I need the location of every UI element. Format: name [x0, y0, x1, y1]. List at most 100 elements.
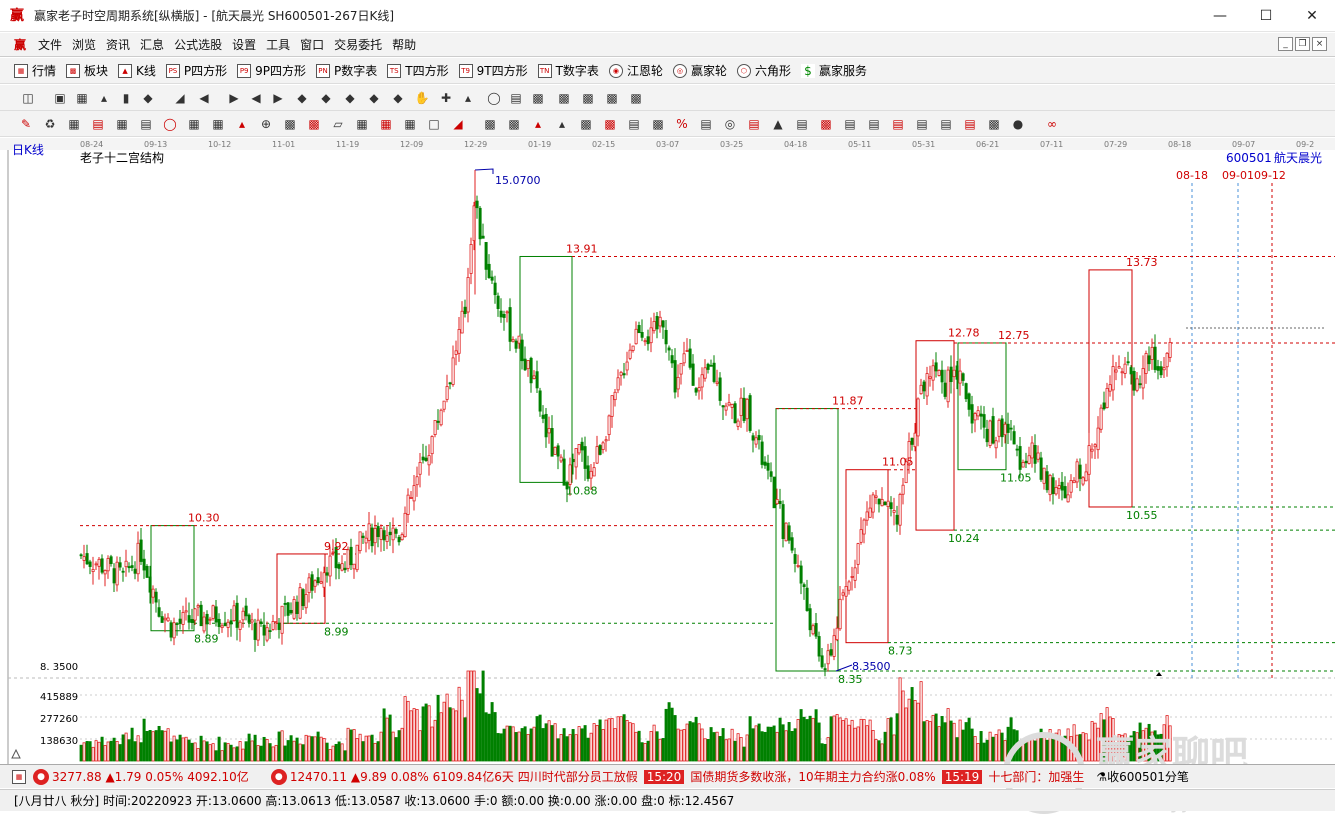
nav-tool-icon[interactable]: ▶: [270, 90, 286, 106]
nav-tool-icon[interactable]: ◆: [342, 90, 358, 106]
menu-file[interactable]: 文件: [38, 36, 62, 53]
drawing-tool-icon[interactable]: ▤: [914, 116, 930, 132]
toolbar-p-table-button[interactable]: PN P数字表: [316, 62, 377, 79]
ticker-label[interactable]: 收600501分笔: [1107, 768, 1189, 785]
drawing-tool-icon[interactable]: ▦: [186, 116, 202, 132]
drawing-tool-icon[interactable]: ▤: [746, 116, 762, 132]
drawing-tool-icon[interactable]: ▤: [138, 116, 154, 132]
nav-tool-icon[interactable]: ✋: [414, 90, 430, 106]
nav-tool-icon[interactable]: ▶: [226, 90, 242, 106]
nav-tool-icon[interactable]: ◆: [390, 90, 406, 106]
menu-trade[interactable]: 交易委托: [334, 36, 382, 53]
nav-tool-icon[interactable]: ▩: [556, 90, 572, 106]
minimize-button[interactable]: —: [1197, 0, 1243, 32]
toolbar-t-square-button[interactable]: TS T四方形: [387, 62, 449, 79]
news-headline-2[interactable]: 国债期货多数收涨，10年期主力合约涨0.08%: [690, 768, 935, 785]
drawing-tool-icon[interactable]: ▤: [962, 116, 978, 132]
nav-tool-icon[interactable]: ◫: [20, 90, 36, 106]
drawing-tool-icon[interactable]: ▦: [354, 116, 370, 132]
nav-tool-icon[interactable]: ◀: [248, 90, 264, 106]
toolbar-p-square-button[interactable]: PS P四方形: [165, 62, 227, 79]
drawing-tool-icon[interactable]: %: [674, 116, 690, 132]
news-headline-1[interactable]: 6天 四川时代部分员工放假: [494, 768, 637, 785]
toolbar-gann-wheel-button[interactable]: ◉ 江恩轮: [608, 62, 663, 79]
nav-tool-icon[interactable]: ▩: [604, 90, 620, 106]
drawing-tool-icon[interactable]: ▤: [890, 116, 906, 132]
maximize-button[interactable]: ☐: [1243, 0, 1289, 32]
toolbar-9t-square-button[interactable]: T9 9T四方形: [458, 62, 528, 79]
drawing-tool-icon[interactable]: ▦: [378, 116, 394, 132]
drawing-tool-icon[interactable]: ▤: [90, 116, 106, 132]
drawing-tool-icon[interactable]: ▩: [986, 116, 1002, 132]
drawing-tool-icon[interactable]: ♻: [42, 116, 58, 132]
toolbar-service-button[interactable]: $ 赢家服务: [800, 62, 867, 79]
drawing-tool-icon[interactable]: ▩: [306, 116, 322, 132]
news-headline-3[interactable]: 十七部门：加强生: [988, 768, 1084, 785]
menu-tools[interactable]: 工具: [266, 36, 290, 53]
drawing-tool-icon[interactable]: ∞: [1044, 116, 1060, 132]
menu-huixi[interactable]: 汇息: [140, 36, 164, 53]
toolbar-9p-square-button[interactable]: P9 9P四方形: [237, 62, 306, 79]
drawing-tool-icon[interactable]: ⊕: [258, 116, 274, 132]
drawing-tool-icon[interactable]: ◎: [722, 116, 738, 132]
drawing-tool-icon[interactable]: ▩: [482, 116, 498, 132]
menu-browse[interactable]: 浏览: [72, 36, 96, 53]
drawing-tool-icon[interactable]: ▦: [210, 116, 226, 132]
nav-tool-icon[interactable]: ▩: [530, 90, 546, 106]
toolbar-quotes-button[interactable]: ▦ 行情: [14, 62, 56, 79]
nav-tool-icon[interactable]: ▴: [460, 90, 476, 106]
drawing-tool-icon[interactable]: ▩: [506, 116, 522, 132]
drawing-tool-icon[interactable]: ▩: [602, 116, 618, 132]
nav-tool-icon[interactable]: ▩: [628, 90, 644, 106]
toolbar-hexagon-button[interactable]: ⬡ 六角形: [736, 62, 791, 79]
menu-settings[interactable]: 设置: [232, 36, 256, 53]
nav-tool-icon[interactable]: ◯: [486, 90, 502, 106]
nav-tool-icon[interactable]: ▴: [96, 90, 112, 106]
nav-tool-icon[interactable]: ◆: [366, 90, 382, 106]
drawing-tool-icon[interactable]: ▴: [530, 116, 546, 132]
drawing-tool-icon[interactable]: ▤: [794, 116, 810, 132]
nav-tool-icon[interactable]: ▩: [580, 90, 596, 106]
drawing-tool-icon[interactable]: ▤: [842, 116, 858, 132]
nav-tool-icon[interactable]: ◆: [318, 90, 334, 106]
drawing-tool-icon[interactable]: ▤: [866, 116, 882, 132]
drawing-tool-icon[interactable]: ●: [1010, 116, 1026, 132]
drawing-tool-icon[interactable]: ▱: [330, 116, 346, 132]
drawing-tool-icon[interactable]: □: [426, 116, 442, 132]
drawing-tool-icon[interactable]: ▩: [282, 116, 298, 132]
drawing-tool-icon[interactable]: ▦: [402, 116, 418, 132]
drawing-tool-icon[interactable]: ◢: [450, 116, 466, 132]
nav-tool-icon[interactable]: ▤: [508, 90, 524, 106]
menu-help[interactable]: 帮助: [392, 36, 416, 53]
drawing-tool-icon[interactable]: ▩: [650, 116, 666, 132]
nav-tool-icon[interactable]: ◆: [140, 90, 156, 106]
drawing-tool-icon[interactable]: ▦: [114, 116, 130, 132]
nav-tool-icon[interactable]: ◆: [294, 90, 310, 106]
kline-chart-panel[interactable]: 08-24 09-13 10-12 11-01 11-19 12-09 12-29 01-19…: [0, 138, 1335, 814]
drawing-tool-icon[interactable]: ▩: [818, 116, 834, 132]
menu-formula[interactable]: 公式选股: [174, 36, 222, 53]
drawing-tool-icon[interactable]: ▤: [626, 116, 642, 132]
drawing-tool-icon[interactable]: ▤: [938, 116, 954, 132]
nav-tool-icon[interactable]: ◢: [172, 90, 188, 106]
menu-info[interactable]: 资讯: [106, 36, 130, 53]
mdi-minimize-button[interactable]: _: [1278, 37, 1293, 51]
mdi-restore-button[interactable]: ❐: [1295, 37, 1310, 51]
mdi-close-button[interactable]: ×: [1312, 37, 1327, 51]
drawing-tool-icon[interactable]: ▩: [578, 116, 594, 132]
grid-small-icon[interactable]: ▦: [12, 769, 26, 784]
drawing-tool-icon[interactable]: ◯: [162, 116, 178, 132]
menu-window[interactable]: 窗口: [300, 36, 324, 53]
scroll-up-icon[interactable]: [11, 748, 21, 759]
drawing-tool-icon[interactable]: ▤: [698, 116, 714, 132]
toolbar-kline-button[interactable]: ▲ K线: [118, 62, 156, 79]
toolbar-sectors-button[interactable]: ▩ 板块: [66, 62, 108, 79]
drawing-tool-icon[interactable]: ▴: [234, 116, 250, 132]
close-button[interactable]: ✕: [1289, 0, 1335, 32]
nav-tool-icon[interactable]: ▮: [118, 90, 134, 106]
drawing-tool-icon[interactable]: ▦: [66, 116, 82, 132]
nav-tool-icon[interactable]: ▦: [74, 90, 90, 106]
drawing-tool-icon[interactable]: ▲: [770, 116, 786, 132]
nav-tool-icon[interactable]: ▣: [52, 90, 68, 106]
drawing-tool-icon[interactable]: ✎: [18, 116, 34, 132]
